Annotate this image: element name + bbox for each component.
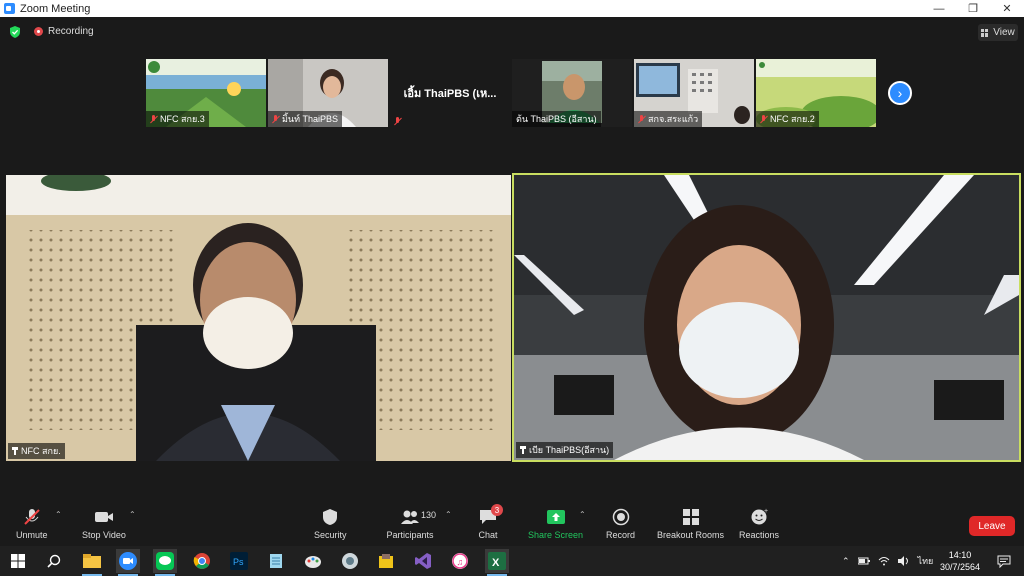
- next-page-button[interactable]: ›: [888, 81, 912, 105]
- leave-button[interactable]: Leave: [969, 516, 1015, 536]
- participant-tile[interactable]: มิ้นท์ ThaiPBS: [268, 59, 388, 127]
- close-button[interactable]: ✕: [990, 0, 1024, 17]
- itunes-icon[interactable]: ♫: [448, 549, 472, 573]
- grid-view-icon: [981, 28, 989, 37]
- svg-text:X: X: [492, 557, 500, 569]
- audio-options-chevron-icon[interactable]: ⌃: [55, 510, 62, 519]
- search-icon[interactable]: [42, 549, 66, 573]
- volume-icon[interactable]: [897, 556, 910, 566]
- file-explorer-icon[interactable]: [80, 549, 104, 576]
- participants-button[interactable]: 130 Participants: [386, 508, 437, 540]
- input-language[interactable]: ไทย: [918, 554, 934, 568]
- muted-mic-icon: [394, 117, 401, 126]
- muted-mic-icon: [24, 509, 40, 525]
- muted-mic-icon: [150, 114, 157, 124]
- breakout-rooms-icon: [682, 509, 699, 525]
- participant-tile[interactable]: NFC สกย.3: [146, 59, 266, 127]
- chat-icon-group: 3: [478, 504, 503, 526]
- chat-button[interactable]: 3 Chat: [478, 504, 503, 540]
- meeting-controls: Unmute ⌃ Stop Video ⌃ Security 130 Parti…: [0, 500, 1024, 546]
- wifi-icon[interactable]: [878, 556, 890, 566]
- app-icon[interactable]: [338, 549, 362, 573]
- notifications-icon[interactable]: [992, 549, 1016, 573]
- muted-mic-icon: [760, 114, 767, 124]
- recording-indicator[interactable]: Recording: [34, 26, 94, 37]
- windows-taskbar: Ps ♫ X ⌃ ไทย 14:10 30/7/2564: [0, 546, 1024, 576]
- paint-icon[interactable]: [301, 549, 325, 573]
- video-feed: [6, 175, 511, 461]
- clock-date: 30/7/2564: [939, 562, 981, 572]
- video-camera-icon: [94, 512, 113, 522]
- system-tray: ⌃ ไทย: [842, 546, 933, 576]
- pin-icon: [12, 447, 18, 455]
- smiley-icon: +: [751, 508, 768, 525]
- record-button[interactable]: Record: [606, 508, 635, 540]
- muted-mic-icon: [272, 114, 279, 124]
- notepad-icon[interactable]: [264, 549, 288, 573]
- window-title-bar: Zoom Meeting — ❐ ✕: [0, 0, 1024, 17]
- excel-icon[interactable]: X: [485, 549, 509, 576]
- clock-time: 14:10: [948, 550, 972, 560]
- shield-icon: [323, 509, 338, 525]
- window-title: Zoom Meeting: [20, 2, 91, 15]
- windows-start-icon[interactable]: [6, 549, 30, 573]
- muted-mic-icon: [638, 114, 645, 124]
- visual-studio-icon[interactable]: [411, 549, 435, 573]
- record-icon: [612, 508, 629, 526]
- taskbar-clock[interactable]: 14:10 30/7/2564: [934, 549, 986, 573]
- unmute-button[interactable]: Unmute: [16, 508, 48, 540]
- svg-text:♫: ♫: [457, 557, 464, 567]
- stop-video-button[interactable]: Stop Video: [82, 508, 126, 540]
- svg-text:+: +: [764, 508, 768, 515]
- share-screen-icon: [546, 510, 565, 524]
- chevron-right-icon: ›: [897, 85, 903, 101]
- participant-tile[interactable]: NFC สกย.2: [756, 59, 876, 127]
- participants-count: 130: [421, 510, 437, 520]
- chevron-up-icon[interactable]: ⌃: [842, 556, 850, 567]
- recording-icon: [34, 27, 43, 36]
- participant-tile[interactable]: เอิ้ม ThaiPBS (เห...: [390, 59, 510, 127]
- participant-name-tag: มิ้นท์ ThaiPBS: [268, 111, 343, 127]
- reactions-button[interactable]: + Reactions: [739, 508, 779, 540]
- view-button[interactable]: View: [978, 24, 1018, 41]
- participant-video-left[interactable]: NFC สกย.: [6, 175, 511, 461]
- game-icon[interactable]: [374, 549, 398, 573]
- video-feed: [514, 175, 1019, 460]
- participant-name-tag: NFC สกย.2: [756, 111, 819, 127]
- participant-tile[interactable]: ต้น ThaiPBS (อีสาน): [512, 59, 632, 127]
- breakout-rooms-button[interactable]: Breakout Rooms: [657, 508, 724, 540]
- minimize-button[interactable]: —: [922, 0, 956, 17]
- recording-label: Recording: [48, 26, 94, 37]
- participant-name-tag: NFC สกย.3: [146, 111, 209, 127]
- participant-name-tag: เบีย ThaiPBS(อีสาน): [516, 442, 614, 458]
- pin-icon: [520, 446, 526, 454]
- participant-display-name: เอิ้ม ThaiPBS (เห...: [403, 88, 497, 100]
- chat-unread-badge: 3: [491, 504, 503, 516]
- participant-video-right-active-speaker[interactable]: เบีย ThaiPBS(อีสาน): [512, 173, 1021, 462]
- participant-tile[interactable]: สกจ.สระแก้ว: [634, 59, 754, 127]
- line-icon[interactable]: [153, 549, 177, 576]
- video-options-chevron-icon[interactable]: ⌃: [129, 510, 136, 519]
- share-screen-button[interactable]: Share Screen: [528, 508, 583, 540]
- chrome-icon[interactable]: [190, 549, 214, 573]
- security-button[interactable]: Security: [314, 508, 347, 540]
- svg-text:Ps: Ps: [233, 557, 244, 567]
- share-options-chevron-icon[interactable]: ⌃: [579, 510, 586, 519]
- battery-icon[interactable]: [857, 556, 870, 566]
- participant-name-tag: สกจ.สระแก้ว: [634, 111, 703, 127]
- participant-name-tag: NFC สกย.: [8, 443, 65, 459]
- meeting-top-bar: Recording View: [0, 17, 1024, 47]
- zoom-app-icon: [4, 3, 15, 14]
- photoshop-icon[interactable]: Ps: [227, 549, 251, 573]
- participant-name-tag: [390, 116, 405, 127]
- restore-button[interactable]: ❐: [956, 0, 990, 17]
- participants-options-chevron-icon[interactable]: ⌃: [445, 510, 452, 519]
- participant-name-tag: ต้น ThaiPBS (อีสาน): [512, 111, 601, 127]
- view-label: View: [993, 27, 1015, 38]
- shield-icon[interactable]: [9, 26, 21, 38]
- participants-icon: [401, 510, 419, 524]
- participants-icon-group: 130: [386, 508, 437, 526]
- zoom-icon[interactable]: [116, 549, 140, 576]
